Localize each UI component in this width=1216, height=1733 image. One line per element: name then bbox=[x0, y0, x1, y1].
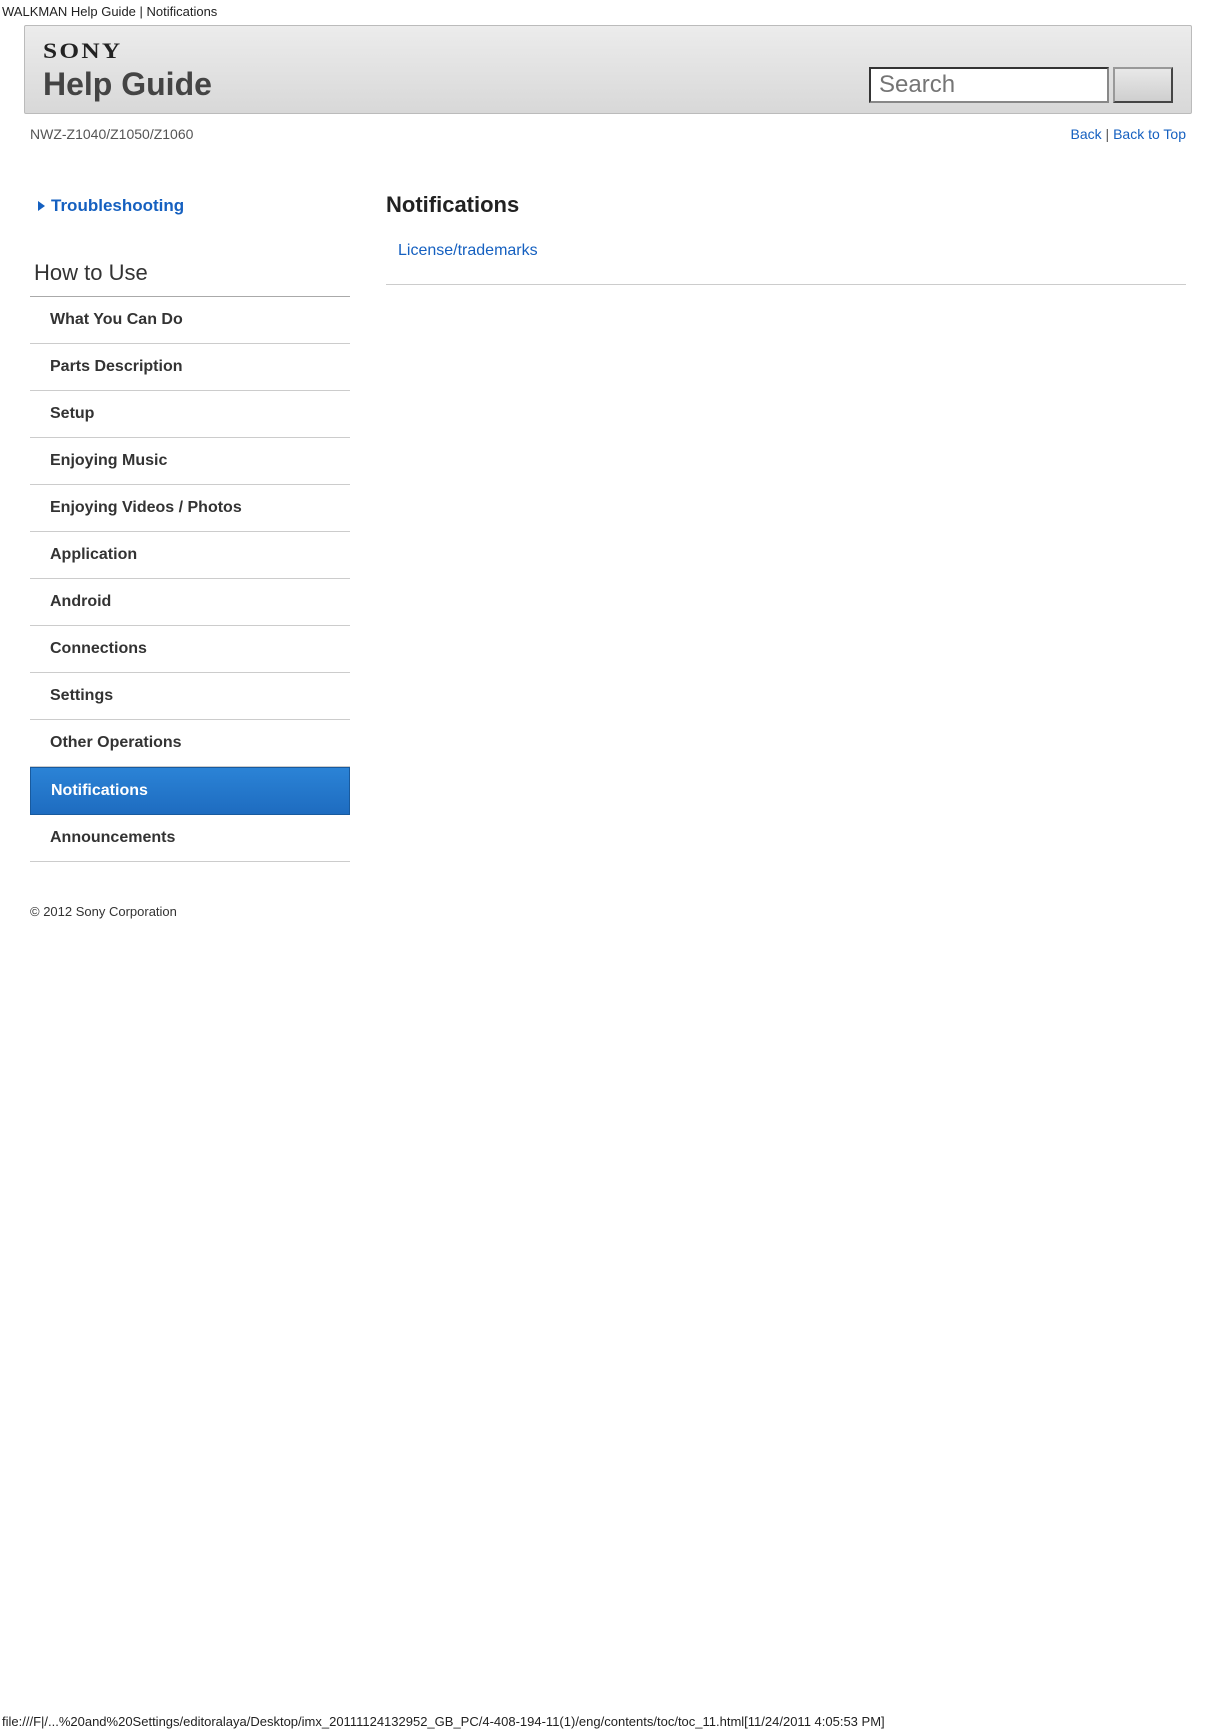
copyright: © 2012 Sony Corporation bbox=[24, 872, 1192, 929]
sidebar-item-parts-description[interactable]: Parts Description bbox=[30, 344, 350, 391]
sidebar-item-announcements[interactable]: Announcements bbox=[30, 815, 350, 862]
sidebar-item-notifications[interactable]: Notifications bbox=[30, 767, 350, 815]
divider bbox=[386, 284, 1186, 285]
main-title: Notifications bbox=[386, 192, 1186, 218]
sidebar-item-enjoying-videos-photos[interactable]: Enjoying Videos / Photos bbox=[30, 485, 350, 532]
sidebar-item-other-operations[interactable]: Other Operations bbox=[30, 720, 350, 767]
search-button[interactable] bbox=[1113, 67, 1173, 103]
subheader-row: NWZ-Z1040/Z1050/Z1060 Back | Back to Top bbox=[24, 114, 1192, 152]
search-input[interactable] bbox=[869, 67, 1109, 103]
footer-file-path: file:///F|/...%20and%20Settings/editoral… bbox=[2, 1714, 1214, 1729]
model-number: NWZ-Z1040/Z1050/Z1060 bbox=[30, 126, 193, 142]
brand-logo: SONY bbox=[43, 38, 237, 64]
main-content: Notifications License/trademarks bbox=[386, 192, 1186, 285]
sidebar-item-application[interactable]: Application bbox=[30, 532, 350, 579]
troubleshooting-link[interactable]: Troubleshooting bbox=[30, 192, 350, 220]
sidebar-item-connections[interactable]: Connections bbox=[30, 626, 350, 673]
search-form bbox=[869, 67, 1173, 103]
troubleshooting-label: Troubleshooting bbox=[51, 196, 184, 216]
sidebar: Troubleshooting How to Use What You Can … bbox=[30, 192, 350, 862]
sidebar-item-settings[interactable]: Settings bbox=[30, 673, 350, 720]
back-to-top-link[interactable]: Back to Top bbox=[1113, 126, 1186, 142]
back-link[interactable]: Back bbox=[1071, 126, 1102, 142]
chevron-right-icon bbox=[38, 201, 45, 211]
sidebar-item-enjoying-music[interactable]: Enjoying Music bbox=[30, 438, 350, 485]
page-title: Help Guide bbox=[43, 66, 212, 103]
content-row: Troubleshooting How to Use What You Can … bbox=[24, 152, 1192, 872]
header-bar: SONY Help Guide bbox=[24, 25, 1192, 114]
separator: | bbox=[1102, 126, 1113, 142]
header-left: SONY Help Guide bbox=[43, 38, 212, 103]
sidebar-item-what-you-can-do[interactable]: What You Can Do bbox=[30, 297, 350, 344]
nav-list: What You Can Do Parts Description Setup … bbox=[30, 297, 350, 862]
sidebar-item-setup[interactable]: Setup bbox=[30, 391, 350, 438]
back-links: Back | Back to Top bbox=[1071, 126, 1186, 142]
license-trademarks-link[interactable]: License/trademarks bbox=[386, 242, 1186, 276]
browser-tab-title: WALKMAN Help Guide | Notifications bbox=[0, 0, 1216, 25]
how-to-use-heading: How to Use bbox=[30, 260, 350, 297]
page-container: SONY Help Guide NWZ-Z1040/Z1050/Z1060 Ba… bbox=[0, 25, 1216, 929]
sidebar-item-android[interactable]: Android bbox=[30, 579, 350, 626]
